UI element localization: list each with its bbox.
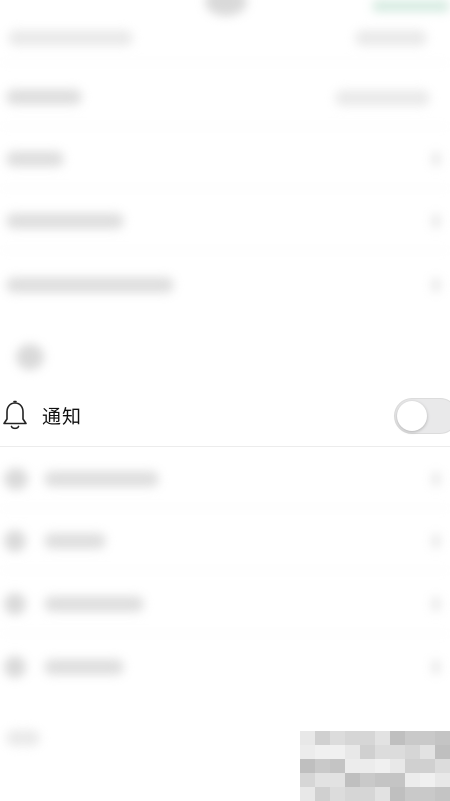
mosaic-tile: [345, 787, 360, 801]
blurred-chevron: [432, 597, 440, 611]
mosaic-tile: [375, 773, 390, 787]
blurred-avatar: [205, 0, 247, 16]
mosaic-tile: [330, 787, 345, 801]
mosaic-tile: [435, 731, 450, 745]
mosaic-tile: [345, 759, 360, 773]
blurred-separator: [0, 508, 450, 509]
mosaic-tile: [375, 745, 390, 759]
blurred-chevron: [432, 152, 440, 166]
settings-screen: 通知: [0, 0, 450, 801]
mosaic-tile: [420, 731, 435, 745]
mosaic-tile: [345, 773, 360, 787]
blurred-row-text: [44, 533, 106, 549]
mosaic-tile: [315, 773, 330, 787]
toggle-knob: [397, 401, 427, 431]
mosaic-tile: [375, 787, 390, 801]
blurred-chevron: [432, 534, 440, 548]
mosaic-tile: [420, 759, 435, 773]
mosaic-tile: [435, 745, 450, 759]
mosaic-tile: [390, 731, 405, 745]
blurred-row-text: [6, 89, 82, 105]
blurred-separator: [0, 633, 450, 634]
blurred-row-icon: [4, 530, 26, 552]
mosaic-tile: [405, 787, 420, 801]
blurred-row-text: [6, 213, 124, 229]
pixelated-watermark: [300, 731, 450, 801]
mosaic-tile: [330, 731, 345, 745]
mosaic-tile: [315, 787, 330, 801]
blurred-section-header: [6, 730, 40, 746]
mosaic-tile: [435, 787, 450, 801]
blurred-row-text: [6, 277, 174, 293]
blurred-chevron: [432, 278, 440, 292]
blurred-separator: [0, 126, 450, 127]
blurred-chevron: [432, 214, 440, 228]
mosaic-tile: [420, 745, 435, 759]
blurred-chevron: [432, 472, 440, 486]
mosaic-tile: [390, 773, 405, 787]
blurred-row-text: [44, 471, 159, 487]
mosaic-tile: [315, 731, 330, 745]
blurred-row-text: [8, 30, 133, 46]
mosaic-tile: [405, 759, 420, 773]
notification-label: 通知: [42, 406, 83, 428]
blurred-row-value: [335, 90, 430, 106]
mosaic-tile: [375, 731, 390, 745]
mosaic-tile: [405, 731, 420, 745]
bell-icon: [0, 399, 30, 433]
mosaic-tile: [390, 787, 405, 801]
mosaic-tile: [405, 745, 420, 759]
blurred-row-text: [6, 151, 64, 167]
mosaic-tile: [360, 731, 375, 745]
mosaic-tile: [360, 787, 375, 801]
mosaic-tile: [420, 773, 435, 787]
mosaic-tile: [435, 759, 450, 773]
mosaic-tile: [330, 745, 345, 759]
notification-setting-row[interactable]: 通知: [0, 385, 450, 447]
mosaic-tile: [420, 787, 435, 801]
mosaic-tile: [360, 759, 375, 773]
mosaic-tile: [345, 731, 360, 745]
blurred-separator: [0, 188, 450, 189]
mosaic-tile: [300, 731, 315, 745]
blurred-separator: [0, 250, 450, 251]
mosaic-tile: [300, 773, 315, 787]
mosaic-tile: [300, 759, 315, 773]
blurred-row-icon: [4, 593, 26, 615]
mosaic-tile: [345, 745, 360, 759]
blurred-row-icon: [4, 468, 28, 490]
mosaic-tile: [330, 773, 345, 787]
mosaic-tile: [405, 773, 420, 787]
blurred-separator: [0, 62, 450, 63]
blurred-row-icon: [4, 656, 26, 678]
mosaic-tile: [330, 759, 345, 773]
notification-toggle[interactable]: [394, 398, 450, 434]
mosaic-tile: [300, 787, 315, 801]
blurred-row-text: [44, 596, 144, 612]
mosaic-tile: [315, 745, 330, 759]
mosaic-tile: [435, 773, 450, 787]
blurred-row-text: [44, 659, 124, 675]
blurred-chevron: [432, 660, 440, 674]
mosaic-tile: [360, 773, 375, 787]
blurred-section-icon: [16, 344, 44, 370]
mosaic-tile: [360, 745, 375, 759]
blurred-status-badge: [372, 0, 450, 12]
blurred-separator: [0, 570, 450, 571]
mosaic-tile: [375, 759, 390, 773]
mosaic-tile: [315, 759, 330, 773]
mosaic-tile: [390, 745, 405, 759]
blurred-row-value: [355, 30, 427, 46]
mosaic-tile: [390, 759, 405, 773]
mosaic-tile: [300, 745, 315, 759]
